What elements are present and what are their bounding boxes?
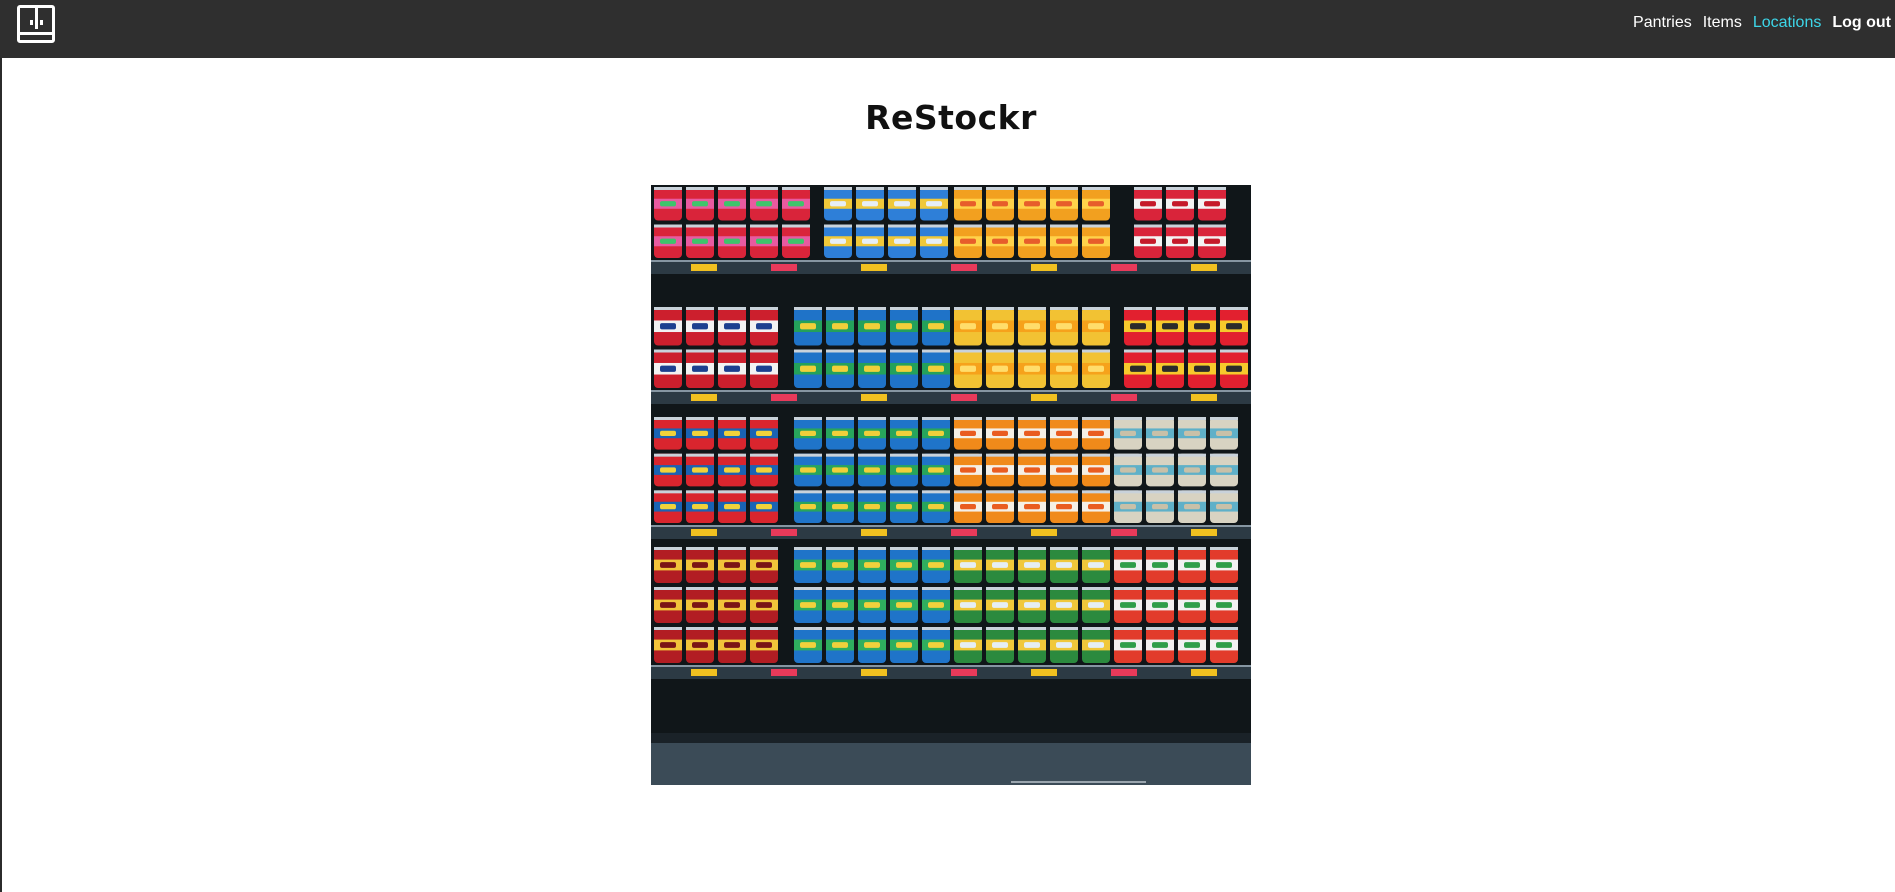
pantry-logo-icon[interactable]	[17, 5, 55, 43]
logout-link[interactable]: Log out	[1832, 14, 1891, 32]
nav-locations-link[interactable]: Locations	[1753, 14, 1822, 32]
nav-items-link[interactable]: Items	[1703, 14, 1742, 32]
page-left-border	[0, 58, 2, 892]
nav-pantries-link[interactable]: Pantries	[1633, 14, 1692, 32]
page-title: ReStockr	[865, 98, 1037, 137]
nav-links: Pantries Items Locations Log out	[1633, 14, 1891, 32]
pantry-shelves-image	[651, 185, 1251, 785]
top-navbar: Pantries Items Locations Log out	[0, 0, 1895, 58]
